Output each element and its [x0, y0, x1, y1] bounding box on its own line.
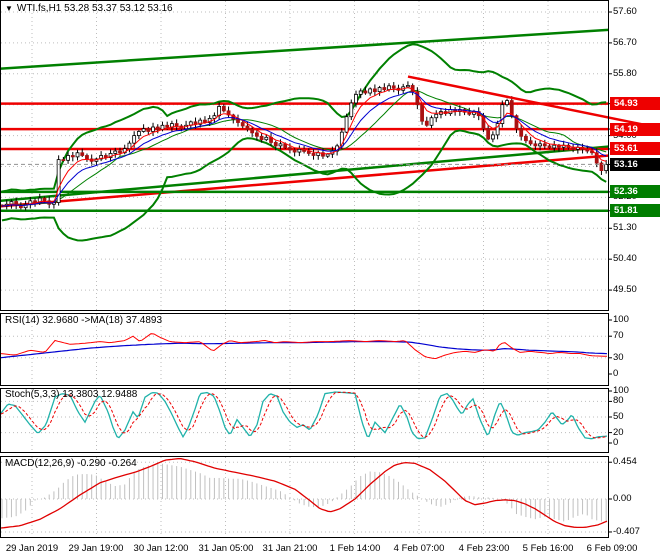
symbol-ohlc-label: WTI.fs,H1 53.28 53.37 53.12 53.16: [16, 3, 173, 14]
price-level-badge: 51.81: [610, 204, 660, 218]
chart-title: ▼ WTI.fs,H1 53.28 53.37 53.12 53.16: [5, 3, 173, 14]
price-level-badge: 52.36: [610, 185, 660, 199]
price-axis-label: 55.80: [613, 67, 637, 79]
rsi-axis-label: 30: [613, 351, 624, 363]
chart-canvas[interactable]: [0, 0, 660, 560]
price-axis-label: 49.50: [613, 284, 637, 296]
macd-indicator-label: MACD(12,26,9) -0.290 -0.264: [5, 458, 137, 469]
price-axis-label: 51.30: [613, 222, 637, 234]
rsi-axis-label: 100: [613, 314, 629, 325]
stoch-axis-label: 20: [613, 426, 624, 438]
macd-axis-label: 0.454: [613, 456, 637, 468]
price-level-badge: 53.61: [610, 142, 660, 156]
stoch-axis-label: 100: [613, 385, 629, 396]
price-level-badge: 53.16: [610, 157, 660, 171]
macd-axis-label: 0.00: [613, 493, 632, 504]
rsi-indicator-label: RSI(14) 32.9680 ->MA(18) 37.4893: [5, 315, 163, 326]
price-axis-label: 50.40: [613, 253, 637, 265]
symbol-dropdown-arrow-icon[interactable]: ▼: [5, 4, 13, 13]
price-axis-label: 57.60: [613, 6, 637, 17]
rsi-axis-label: 70: [613, 330, 624, 342]
price-level-badge: 54.93: [610, 97, 660, 111]
stoch-axis-label: 0: [613, 437, 619, 448]
stoch-axis-label: 80: [613, 395, 624, 407]
stoch-axis-label: 50: [613, 411, 624, 422]
macd-axis-label: -0.407: [613, 525, 640, 537]
price-level-badge: 54.19: [610, 122, 660, 136]
stoch-indicator-label: Stoch(5,3,3) 13.3803 12.9488: [5, 389, 138, 400]
trading-terminal-chart-window: ▼ WTI.fs,H1 53.28 53.37 53.12 53.16 RSI(1…: [0, 0, 660, 560]
rsi-axis-label: 0: [613, 368, 619, 379]
price-axis-label: 56.70: [613, 36, 637, 48]
time-axis-label: 6 Feb 09:00: [586, 543, 638, 554]
